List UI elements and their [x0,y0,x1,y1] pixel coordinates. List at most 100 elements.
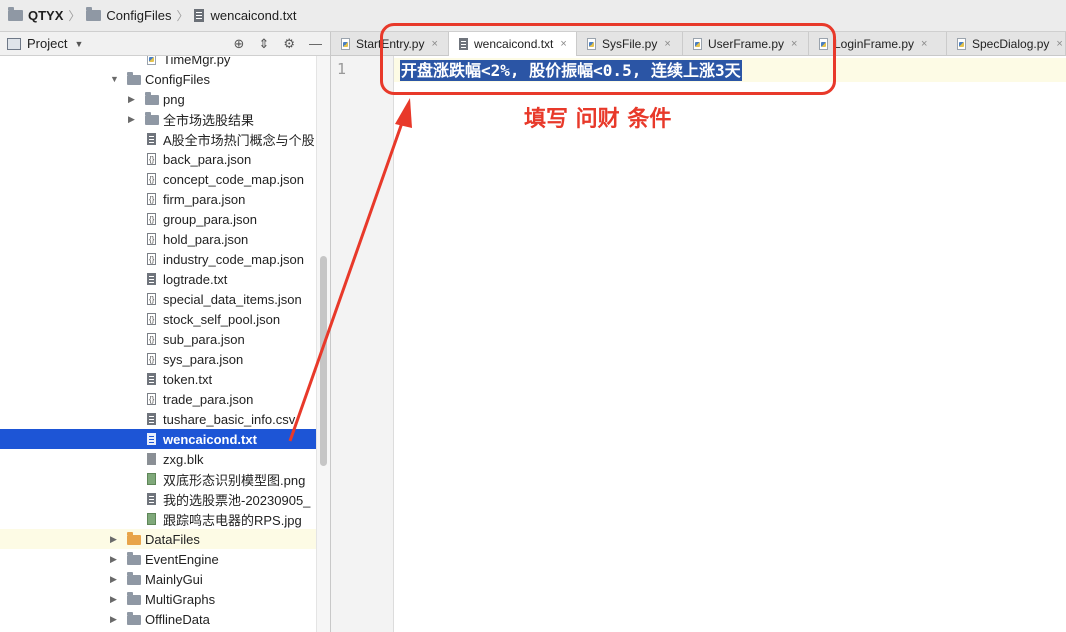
tree-file-row[interactable]: wencaicond.txt [0,429,316,449]
tree-file-row[interactable]: token.txt [0,369,316,389]
tree-folder-row[interactable]: ▶ MainlyGui [0,569,316,589]
json-file-icon [147,233,156,245]
file-icon [147,453,156,465]
project-panel-title[interactable]: Project [27,36,67,51]
folder-icon [127,572,141,585]
tree-folder-row[interactable]: ▶ DataFiles [0,529,316,549]
project-icon [7,37,21,50]
text-file-icon [194,9,205,22]
tree-file-row[interactable]: firm_para.json [0,189,316,209]
tree-item-label: png [163,91,185,107]
tree-folder-row[interactable]: ▶ png [0,89,316,109]
folder-icon [86,7,102,21]
close-icon[interactable]: × [1056,38,1062,50]
text-file-icon [147,373,156,385]
crosshair-icon[interactable]: ⊕ [234,36,245,52]
tree-file-row[interactable]: special_data_items.json [0,289,316,309]
annotation-arrow-head [395,98,412,128]
folder-icon [127,592,141,605]
tree-item-label: sys_para.json [163,351,244,367]
tree-file-row[interactable]: A股全市场热门概念与个股 [0,129,316,149]
tree-file-row[interactable]: sys_para.json [0,349,316,369]
folder-icon [127,552,141,565]
tree-file-row[interactable]: trade_para.json [0,389,316,409]
tree-file-row[interactable]: tushare_basic_info.csv [0,409,316,429]
tree-file-row[interactable]: TimeMgr.py [0,56,316,69]
tree-item-label: EventEngine [145,551,219,567]
tree-item-label: back_para.json [163,151,252,167]
chevron-right-icon[interactable]: ▶ [110,614,117,625]
tree-file-row[interactable]: zxg.blk [0,449,316,469]
tree-item-label: 我的选股票池-20230905_ [163,492,311,508]
tree-file-row[interactable]: 双底形态识别模型图.png [0,469,316,489]
tree-file-row[interactable]: logtrade.txt [0,269,316,289]
tree-item-label: special_data_items.json [163,291,302,307]
tree-item-label: sub_para.json [163,331,245,347]
chevron-down-icon[interactable]: ▼ [74,39,83,49]
json-file-icon [147,173,156,185]
breadcrumb-folder-label: ConfigFiles [106,8,172,23]
tree-item-label: MultiGraphs [145,591,216,607]
tree-folder-row[interactable]: ▶ MultiGraphs [0,589,316,609]
tree-item-label: group_para.json [163,211,257,227]
tree-file-row[interactable]: back_para.json [0,149,316,169]
tree-folder-row[interactable]: ▶ 全市场选股结果 [0,109,316,129]
collapse-icon[interactable]: ⇕ [258,36,269,52]
minimize-icon[interactable]: — [309,36,322,51]
tree-item-label: tushare_basic_info.csv [163,411,296,427]
chevron-right-icon[interactable]: ▶ [110,594,117,605]
tree-item-label: A股全市场热门概念与个股 [163,132,315,148]
editor-tab[interactable]: SpecDialog.py × [947,32,1066,55]
chevron-right-icon[interactable]: ▶ [110,534,117,545]
tree-file-row[interactable]: group_para.json [0,209,316,229]
tree-file-row[interactable]: 跟踪鸣志电器的RPS.jpg [0,509,316,529]
chevron-right-icon[interactable]: ▶ [128,94,135,105]
tree-item-label: hold_para.json [163,231,249,247]
text-file-icon [147,413,156,425]
python-file-icon [147,56,156,65]
tree-item-label: wencaicond.txt [163,431,257,447]
tree-scrollbar[interactable] [316,56,330,632]
tree-folder-row[interactable]: ▶ EventEngine [0,549,316,569]
tree-scrollbar-thumb[interactable] [320,256,327,466]
tree-item-label: industry_code_map.json [163,251,304,267]
json-file-icon [147,153,156,165]
chevron-right-icon[interactable]: ▶ [110,574,117,585]
text-file-icon [147,273,156,285]
json-file-icon [147,293,156,305]
breadcrumb-project[interactable]: QTYX [8,7,64,23]
tree-item-label: 跟踪鸣志电器的RPS.jpg [163,512,302,528]
tree-file-row[interactable]: hold_para.json [0,229,316,249]
tree-item-label: 双底形态识别模型图.png [163,472,306,488]
editor-gutter [331,56,394,632]
breadcrumb-folder[interactable]: ConfigFiles [86,7,172,23]
tree-item-label: stock_self_pool.json [163,311,281,327]
tree-file-row[interactable]: industry_code_map.json [0,249,316,269]
folder-icon [145,92,159,105]
tree-item-label: OfflineData [145,611,210,627]
json-file-icon [147,213,156,225]
json-file-icon [147,333,156,345]
tree-file-row[interactable]: sub_para.json [0,329,316,349]
chevron-down-icon[interactable]: ▼ [110,74,119,84]
tree-folder-row[interactable]: ▶ OfflineData [0,609,316,629]
close-icon[interactable]: × [921,38,927,50]
image-file-icon [147,473,156,485]
breadcrumb-file-label: wencaicond.txt [210,8,297,23]
json-file-icon [147,393,156,405]
tree-file-row[interactable]: 我的选股票池-20230905_ [0,489,316,509]
tree-folder-row[interactable]: ▼ ConfigFiles [0,69,316,89]
chevron-right-icon[interactable]: ▶ [128,114,135,125]
tree-file-row[interactable]: concept_code_map.json [0,169,316,189]
tree-item-label: ConfigFiles [145,71,211,87]
folder-icon [127,612,141,625]
image-file-icon [147,513,156,525]
chevron-right-icon[interactable]: ▶ [110,554,117,565]
annotation-text: 填写 问财 条件 [524,107,672,132]
tree-file-row[interactable]: stock_self_pool.json [0,309,316,329]
breadcrumb-project-label: QTYX [28,8,64,23]
breadcrumb-file[interactable]: wencaicond.txt [194,8,296,23]
line-number: 1 [337,60,347,78]
gear-icon[interactable]: ⚙ [283,36,295,52]
project-panel-header: Project ▼ ⊕ ⇕ ⚙ — [0,32,330,56]
